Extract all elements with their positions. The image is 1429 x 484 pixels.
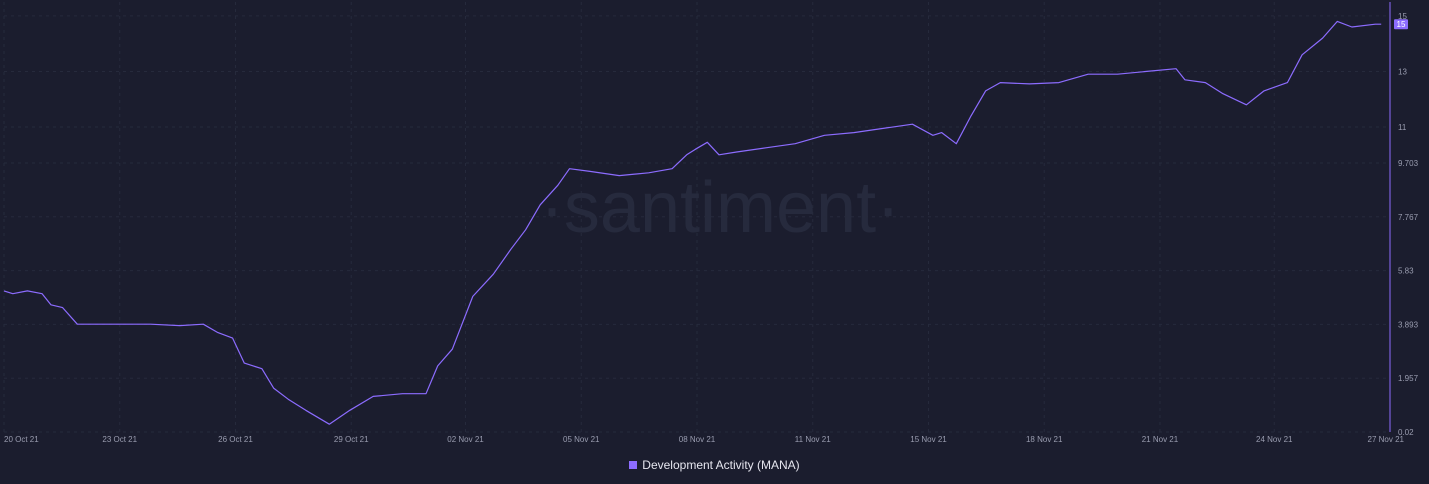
legend-label: Development Activity (MANA): [642, 458, 800, 472]
x-tick-label: 11 Nov 21: [795, 435, 831, 444]
x-tick-label: 26 Oct 21: [218, 435, 253, 444]
x-tick-label: 27 Nov 21: [1368, 435, 1405, 444]
x-tick-label: 20 Oct 21: [4, 435, 39, 444]
x-tick-label: 15 Nov 21: [910, 435, 947, 444]
x-tick-label: 24 Nov 21: [1256, 435, 1293, 444]
x-tick-label: 05 Nov 21: [563, 435, 600, 444]
watermark: ·santiment·: [540, 168, 900, 248]
x-tick-label: 29 Oct 21: [334, 435, 369, 444]
x-tick-label: 18 Nov 21: [1026, 435, 1063, 444]
x-tick-label: 02 Nov 21: [447, 435, 484, 444]
x-tick-label: 23 Oct 21: [102, 435, 137, 444]
y-tick-label: 7.767: [1398, 213, 1419, 222]
y-tick-label: 5.83: [1398, 267, 1414, 276]
y-tick-label: 1.957: [1398, 374, 1419, 383]
last-value-label: 15: [1397, 20, 1406, 29]
legend-swatch: [629, 461, 638, 469]
y-tick-label: 9.703: [1398, 159, 1419, 168]
y-tick-label: 13: [1398, 67, 1407, 76]
chart-legend[interactable]: Development Activity (MANA): [0, 458, 1429, 472]
y-tick-label: 3.893: [1398, 320, 1419, 329]
y-tick-label: 11: [1398, 123, 1407, 132]
x-tick-label: 08 Nov 21: [679, 435, 716, 444]
development-activity-chart: ·santiment·0.021.9573.8935.837.7679.7031…: [3, 2, 1419, 444]
x-tick-label: 21 Nov 21: [1142, 435, 1179, 444]
